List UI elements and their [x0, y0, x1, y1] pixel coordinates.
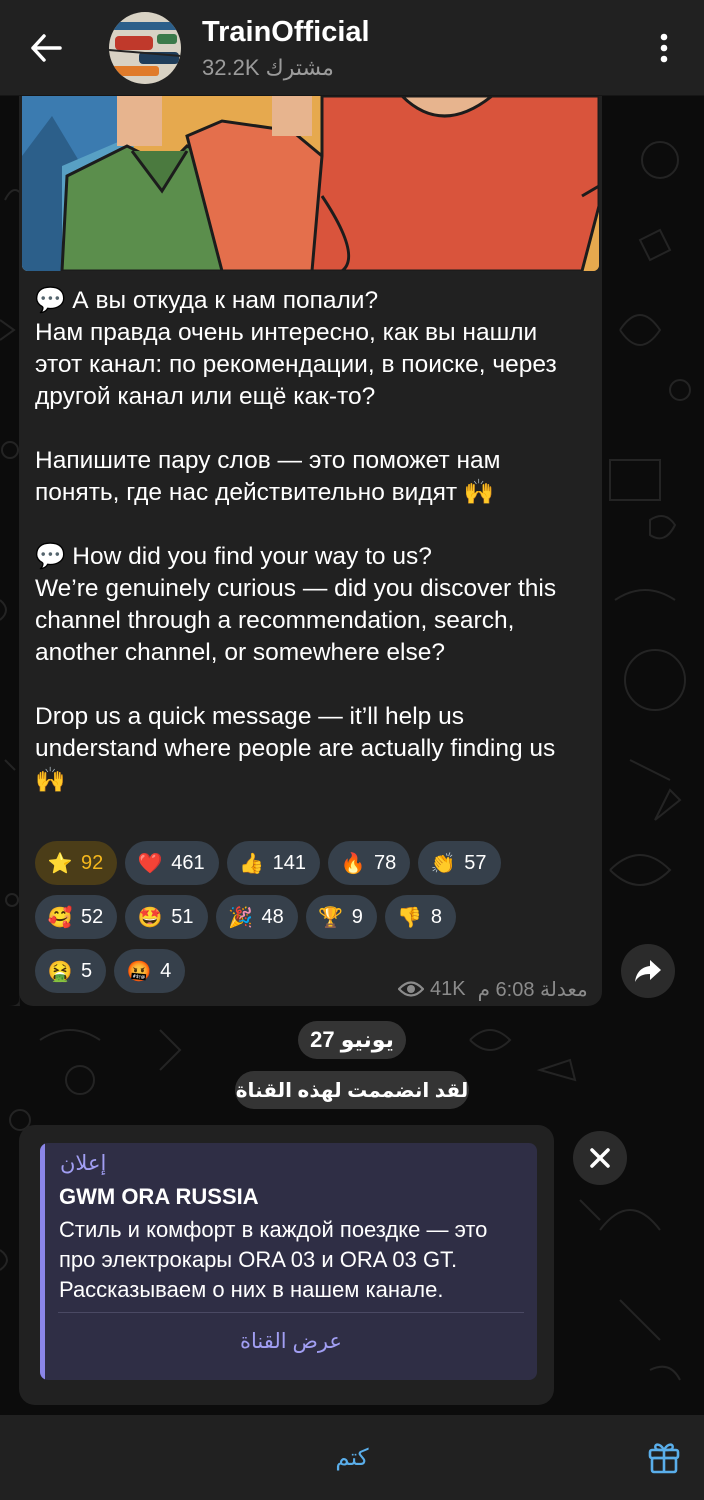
reaction-count: 4 [160, 959, 172, 982]
close-icon [590, 1148, 610, 1168]
sponsored-text: Стиль и комфорт в каждой поездке — это п… [59, 1217, 494, 1302]
reaction-trophy[interactable]: 🏆 9 [305, 895, 377, 939]
star-struck-icon: 🤩 [137, 906, 163, 929]
reaction-count: 141 [272, 851, 306, 874]
reaction-cursing[interactable]: 🤬 4 [114, 949, 186, 993]
subscriber-count: 32.2K مشترك [202, 55, 334, 80]
reaction-star-struck[interactable]: 🤩 51 [125, 895, 208, 939]
channel-title[interactable]: TrainOfficial [202, 16, 370, 49]
bottom-bar: كتم [0, 1415, 704, 1500]
more-vertical-icon [660, 33, 668, 63]
reaction-count: 51 [171, 905, 194, 928]
reaction-party[interactable]: 🎉 48 [215, 895, 298, 939]
reaction-heart[interactable]: ❤️ 461 [125, 841, 219, 885]
reactions-row-1: ⭐ 92 ❤️ 461 👍 141 🔥 78 👏 57 [35, 841, 590, 885]
reaction-count: 5 [81, 959, 93, 982]
sponsored-label: إعلان [60, 1152, 107, 1175]
more-menu-button[interactable] [646, 28, 682, 68]
heart-icon: ❤️ [137, 852, 163, 875]
chat-header: TrainOfficial 32.2K مشترك [0, 0, 704, 96]
reaction-thumbs-down[interactable]: 👎 8 [384, 895, 456, 939]
reaction-count: 52 [81, 905, 104, 928]
back-button[interactable] [22, 26, 70, 70]
vomiting-face-icon: 🤮 [47, 960, 73, 983]
trophy-icon: 🏆 [318, 906, 344, 929]
reaction-count: 78 [374, 851, 397, 874]
gift-button[interactable] [644, 1437, 684, 1477]
reaction-count: 57 [464, 851, 487, 874]
thumbs-up-icon: 👍 [239, 852, 265, 875]
sponsored-accent-bar [40, 1143, 45, 1380]
sponsored-divider [58, 1312, 524, 1313]
sponsored-card[interactable]: إعلان GWM ORA RUSSIA Стиль и комфорт в к… [40, 1143, 537, 1380]
reactions-row-2: 🥰 52 🤩 51 🎉 48 🏆 9 👎 8 [35, 895, 590, 939]
post-illustration[interactable] [22, 96, 599, 271]
eye-icon [398, 981, 424, 997]
fire-icon: 🔥 [340, 852, 366, 875]
view-count: 41K [430, 977, 466, 1000]
reaction-fire[interactable]: 🔥 78 [328, 841, 411, 885]
reaction-clap[interactable]: 👏 57 [418, 841, 501, 885]
view-channel-button[interactable]: عرض القناة [58, 1329, 524, 1354]
reaction-count: 92 [81, 851, 104, 874]
reaction-thumbs-up[interactable]: 👍 141 [226, 841, 320, 885]
share-button[interactable] [621, 944, 675, 998]
post-text: 💬 А вы откуда к нам попали? Нам правда о… [35, 287, 557, 794]
star-icon: ⭐ [47, 852, 73, 875]
people-illustration-image [22, 96, 599, 271]
cursing-face-icon: 🤬 [126, 960, 152, 983]
post-time: معدلة 6:08 م [477, 978, 588, 1001]
channel-avatar[interactable] [109, 12, 181, 84]
reaction-count: 8 [430, 905, 442, 928]
reaction-smiling-hearts[interactable]: 🥰 52 [35, 895, 118, 939]
date-separator: 27 يونيو [298, 1021, 406, 1059]
clap-icon: 👏 [430, 852, 456, 875]
reaction-count: 9 [351, 905, 363, 928]
arrow-left-icon [31, 34, 62, 62]
sponsored-title: GWM ORA RUSSIA [59, 1184, 259, 1209]
smiling-hearts-icon: 🥰 [47, 906, 73, 929]
post-meta: 41K معدلة 6:08 م [398, 975, 588, 1003]
gift-icon [648, 1443, 680, 1474]
reaction-count: 461 [171, 851, 205, 874]
close-ad-button[interactable] [573, 1131, 627, 1185]
service-message: لقد انضممت لهذه القناة [235, 1071, 469, 1109]
share-arrow-icon [635, 960, 661, 982]
reaction-vomit[interactable]: 🤮 5 [35, 949, 107, 993]
party-popper-icon: 🎉 [228, 906, 253, 929]
mute-button[interactable]: كتم [290, 1437, 414, 1477]
reaction-count: 48 [261, 905, 284, 928]
bubble-tail [8, 990, 20, 1006]
reaction-star[interactable]: ⭐ 92 [35, 841, 118, 885]
train-logo-icon [109, 12, 181, 84]
thumbs-down-icon: 👎 [397, 906, 423, 929]
